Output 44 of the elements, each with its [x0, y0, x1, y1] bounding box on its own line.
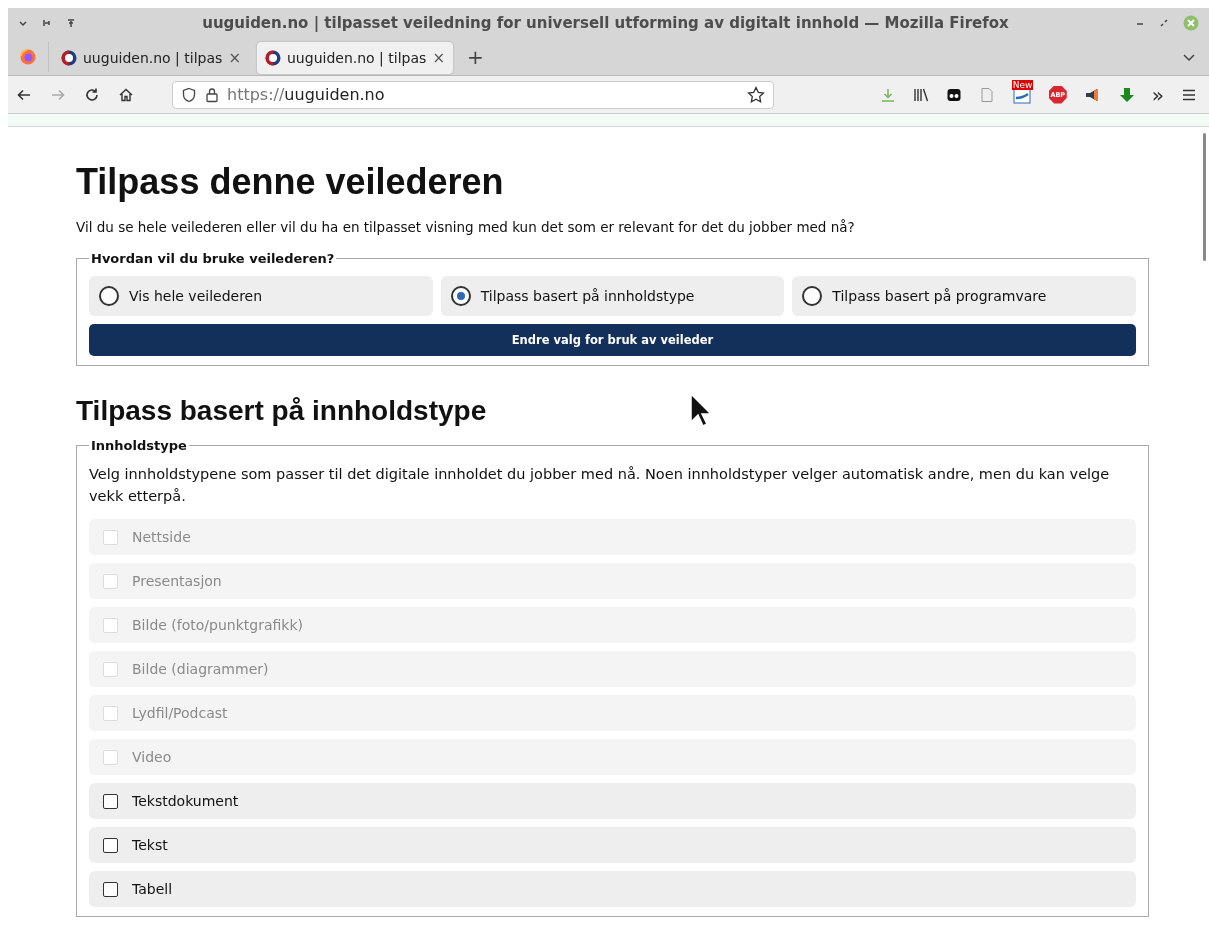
firefox-icon[interactable] — [20, 48, 36, 65]
checkbox[interactable] — [103, 793, 118, 809]
maximize-icon[interactable] — [1159, 18, 1169, 28]
chevron-down-icon[interactable] — [18, 18, 28, 28]
home-icon[interactable] — [118, 86, 134, 103]
fieldset-legend: Innholdstype — [89, 438, 189, 453]
change-usage-button[interactable]: Endre valg for bruk av veileder — [89, 324, 1136, 356]
down-arrow-icon[interactable] — [1118, 86, 1135, 103]
overflow-button[interactable]: » — [1151, 85, 1164, 104]
star-icon[interactable] — [747, 85, 765, 104]
checkbox-option[interactable]: Tekst — [89, 827, 1136, 863]
reload-icon[interactable] — [84, 86, 100, 103]
pointer-icon — [690, 393, 712, 427]
favicon-icon — [265, 49, 281, 66]
fieldset-legend: Hvordan vil du bruke veilederen? — [89, 251, 337, 266]
extension-icon[interactable] — [945, 86, 962, 103]
favicon-icon — [61, 49, 77, 66]
close-tab-button[interactable]: × — [432, 48, 445, 67]
browser-tab[interactable]: uuguiden.no | tilpas × — [53, 41, 249, 74]
new-tab-button[interactable]: + — [467, 44, 484, 69]
close-tab-button[interactable]: × — [228, 48, 241, 67]
page-heading: Tilpass denne veilederen — [76, 161, 505, 203]
lock-icon[interactable] — [205, 86, 219, 103]
radio-button[interactable] — [802, 286, 823, 306]
browser-tab[interactable]: uuguiden.no | tilpas × — [257, 41, 453, 74]
radio-option[interactable]: Vis hele veilederen — [89, 276, 433, 316]
library-icon[interactable] — [912, 86, 929, 103]
address-field[interactable]: https://uuguiden.no — [172, 80, 774, 109]
radio-button[interactable] — [450, 286, 471, 306]
radio-button[interactable] — [99, 286, 119, 306]
section-heading: Tilpass basert på innholdstype — [76, 394, 487, 428]
tab-title: uuguiden.no | tilpas — [287, 49, 427, 66]
description-text: Velg innholdstypene som passer til det digitale innholdet du jobber med nå. Noen innholdstyper velger automatisk andre, men du kan velge vekk etterpå. — [89, 465, 1111, 506]
checkbox[interactable] — [103, 881, 118, 897]
checkbox-option[interactable]: Tekstdokument — [89, 783, 1136, 819]
tab-title: uuguiden.no | tilpas — [83, 49, 223, 66]
shield-icon[interactable] — [181, 86, 197, 103]
checkbox-option[interactable]: Tabell — [89, 871, 1136, 907]
window-title: uuguiden.no | tilpasset veiledning for universell utforming av digitalt innhold — Mozilla Firefox — [201, 14, 1010, 32]
checkbox[interactable] — [103, 837, 118, 853]
intro-text: Vil du se hele veilederen eller vil du ha en tilpasset visning med kun det som er relevant for det du jobber med nå? — [76, 219, 856, 235]
radio-option[interactable]: Tilpass basert på programvare — [792, 276, 1136, 316]
radio-option[interactable]: Tilpass basert på innholdstype — [440, 276, 785, 316]
scrollbar-thumb[interactable] — [1203, 133, 1206, 261]
